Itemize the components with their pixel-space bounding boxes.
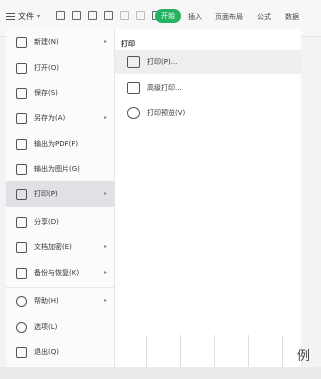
- menu-item-label: 备份与恢复(K): [34, 269, 80, 277]
- chevron-right-icon: ▸: [103, 297, 107, 304]
- menu-item-label: 输出为PDF(F): [34, 140, 79, 148]
- menu-item-label: 输出为图片(G): [34, 165, 80, 173]
- menu-item-label: 保存(S): [34, 89, 58, 97]
- new-file-icon: [16, 36, 27, 48]
- corner-text: 例: [297, 349, 311, 364]
- grid-line: [248, 335, 249, 367]
- submenu-item-label: 打印预览(V): [147, 109, 186, 117]
- folder-icon: [16, 62, 27, 74]
- menu-item-export-image[interactable]: 输出为图片(G): [6, 158, 114, 180]
- print-preview-icon: [127, 107, 140, 119]
- menu-item-export-pdf[interactable]: 输出为PDF(F): [6, 133, 114, 155]
- hamburger-icon: [6, 13, 15, 20]
- export-icon[interactable]: [72, 11, 81, 20]
- menu-item-label: 帮助(H): [34, 297, 59, 305]
- redo-icon[interactable]: [136, 11, 145, 20]
- tab-formulas[interactable]: 公式: [257, 12, 271, 22]
- tab-data[interactable]: 数据: [285, 12, 299, 22]
- pdf-icon: [16, 138, 27, 150]
- preview-icon[interactable]: [104, 11, 113, 20]
- submenu-item-label: 打印(P)...: [147, 58, 178, 66]
- chevron-right-icon: ▸: [103, 114, 107, 121]
- menu-divider: [6, 287, 114, 288]
- menu-item-encrypt[interactable]: 文档加密(E) ▸: [6, 236, 114, 258]
- grid-line: [146, 335, 147, 367]
- chevron-down-icon: ▾: [37, 13, 41, 20]
- grid-line: [214, 335, 215, 367]
- advanced-print-icon: [127, 82, 140, 94]
- quick-access-toolbar: [56, 11, 161, 20]
- menu-item-exit[interactable]: 退出(Q): [6, 341, 114, 363]
- submenu-title: 打印: [121, 40, 135, 48]
- save-icon: [16, 87, 27, 99]
- file-menu-label: 文件: [18, 12, 34, 21]
- menu-item-share[interactable]: 分享(D): [6, 211, 114, 233]
- menu-item-label: 新建(N): [34, 38, 59, 46]
- submenu-item-print[interactable]: 打印(P)...: [115, 50, 301, 74]
- menu-item-backup[interactable]: 备份与恢复(K) ▸: [6, 262, 114, 284]
- printer-icon: [16, 188, 27, 200]
- menu-item-print[interactable]: 打印(P) ▸: [6, 181, 114, 207]
- tab-insert[interactable]: 插入: [188, 12, 202, 22]
- menu-item-label: 选项(L): [34, 323, 58, 331]
- menu-item-open[interactable]: 打开(O): [6, 57, 114, 79]
- submenu-item-advanced-print[interactable]: 高级打印...: [115, 76, 301, 100]
- menu-item-options[interactable]: 选项(L): [6, 316, 114, 338]
- exit-icon: [16, 346, 27, 358]
- grid-line: [180, 335, 181, 367]
- menu-item-save[interactable]: 保存(S): [6, 82, 114, 104]
- image-icon: [16, 163, 27, 175]
- help-icon: [16, 295, 27, 307]
- menu-item-label: 退出(Q): [34, 348, 59, 356]
- chevron-right-icon: ▸: [103, 243, 107, 250]
- save-as-icon: [16, 112, 27, 124]
- menu-item-label: 另存为(A): [34, 114, 66, 122]
- undo-icon[interactable]: [120, 11, 129, 20]
- menu-item-new[interactable]: 新建(N) ▸: [6, 31, 114, 53]
- print-icon[interactable]: [88, 11, 97, 20]
- grid-line: [282, 335, 283, 367]
- menu-item-label: 文档加密(E): [34, 243, 72, 251]
- menu-item-label: 分享(D): [34, 218, 59, 226]
- tab-start[interactable]: 开始: [155, 9, 181, 23]
- menu-item-help[interactable]: 帮助(H) ▸: [6, 290, 114, 312]
- lock-icon: [16, 241, 27, 253]
- chevron-right-icon: ▸: [103, 190, 107, 197]
- backup-icon: [16, 267, 27, 279]
- submenu-item-print-preview[interactable]: 打印预览(V): [115, 101, 301, 125]
- gear-icon: [16, 321, 27, 333]
- submenu-item-label: 高级打印...: [147, 84, 182, 92]
- menu-item-label: 打开(O): [34, 64, 59, 72]
- share-icon: [16, 216, 27, 228]
- menu-item-save-as[interactable]: 另存为(A) ▸: [6, 107, 114, 129]
- file-menu-button[interactable]: 文件 ▾: [6, 11, 40, 22]
- chevron-right-icon: ▸: [103, 38, 107, 45]
- save-icon[interactable]: [56, 11, 65, 20]
- bottom-strip: [0, 367, 321, 379]
- menu-item-label: 打印(P): [34, 190, 58, 198]
- tab-page-layout[interactable]: 页面布局: [215, 12, 243, 22]
- chevron-right-icon: ▸: [103, 269, 107, 276]
- printer-icon: [127, 56, 140, 68]
